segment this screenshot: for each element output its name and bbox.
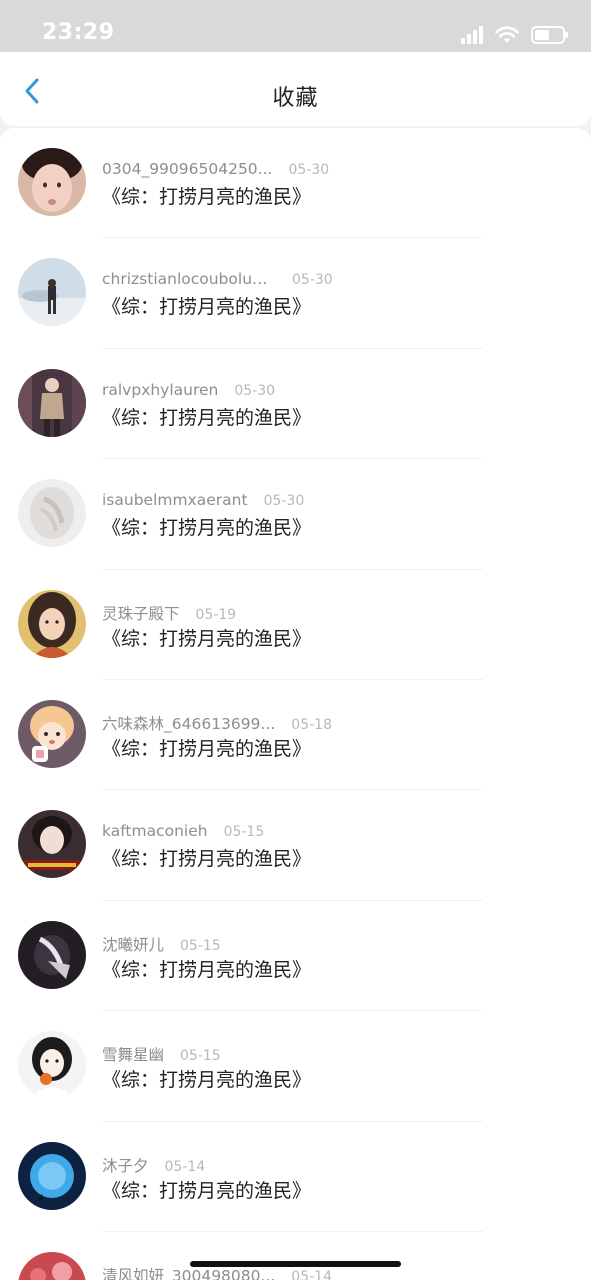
cellular-signal-icon: [461, 26, 483, 44]
date: 05-30: [292, 272, 333, 289]
battery-icon: [531, 26, 568, 44]
status-bar: 23:29: [0, 0, 591, 52]
book-title: 《综：打捞月亮的渔民》: [102, 517, 312, 540]
book-title: 《综：打捞月亮的渔民》: [102, 1069, 312, 1092]
username: 0304_99096504250...: [102, 160, 273, 178]
username: 六味森林_646613699...: [102, 714, 276, 733]
avatar: [18, 479, 86, 548]
username: kaftmaconieh: [102, 822, 208, 841]
username: isaubelmmxaerant: [102, 491, 248, 510]
username: ralvpxhylauren: [102, 380, 219, 399]
avatar: [18, 258, 86, 327]
username: 灵珠子殿下: [102, 604, 180, 623]
status-icons: [461, 24, 568, 46]
date: 05-15: [180, 1048, 221, 1065]
avatar: [18, 1031, 86, 1100]
book-title: 《综：打捞月亮的渔民》: [102, 296, 312, 319]
book-title: 《综：打捞月亮的渔民》: [102, 848, 312, 871]
wifi-icon: [495, 26, 519, 43]
list-item[interactable]: 雪舞星幽 05-15 《综：打捞月亮的渔民》: [0, 1011, 591, 1122]
avatar: [18, 589, 86, 658]
username: 沈曦妍儿: [102, 935, 165, 954]
date: 05-14: [164, 1158, 206, 1175]
list-item[interactable]: isaubelmmxaerant 05-30 《综：打捞月亮的渔民》: [0, 459, 591, 570]
list-item[interactable]: kaftmaconieh 05-15 《综：打捞月亮的渔民》: [0, 790, 591, 901]
date: 05-18: [291, 716, 332, 733]
book-title: 《综：打捞月亮的渔民》: [102, 627, 312, 650]
list-item[interactable]: 灵珠子殿下 05-19 《综：打捞月亮的渔民》: [0, 570, 591, 680]
date: 05-15: [223, 824, 265, 841]
username: 雪舞星幽: [102, 1046, 165, 1065]
avatar: [18, 1141, 86, 1210]
status-time: 23:29: [42, 20, 115, 45]
avatar: [18, 148, 86, 216]
book-title: 《综：打捞月亮的渔民》: [102, 737, 312, 760]
date: 05-19: [195, 606, 237, 623]
home-indicator[interactable]: [190, 1261, 401, 1267]
date: 05-14: [291, 1268, 332, 1280]
username: 沐子夕: [102, 1156, 149, 1175]
book-title: 《综：打捞月亮的渔民》: [102, 186, 312, 208]
list-item[interactable]: 沐子夕 05-14 《综：打捞月亮的渔民》: [0, 1122, 591, 1232]
list-item[interactable]: 0304_99096504250... 05-30 《综：打捞月亮的渔民》: [0, 128, 591, 239]
favorites-list: 0304_99096504250... 05-30 《综：打捞月亮的渔民》 ch…: [0, 128, 591, 1280]
date: 05-15: [180, 937, 221, 954]
book-title: 《综：打捞月亮的渔民》: [102, 406, 312, 429]
page-title: 收藏: [272, 86, 319, 111]
avatar: [18, 810, 86, 879]
list-item[interactable]: chrizstianlocoubolugtin 05-30 《综：打捞月亮的渔民…: [0, 238, 591, 349]
nav-bar: 收藏: [0, 52, 591, 126]
list-item[interactable]: 沈曦妍儿 05-15 《综：打捞月亮的渔民》: [0, 901, 591, 1012]
book-title: 《综：打捞月亮的渔民》: [102, 958, 312, 981]
date: 05-30: [288, 162, 330, 178]
list-item[interactable]: 清风如妍_300498080... 05-14: [0, 1232, 591, 1280]
avatar: [18, 699, 86, 768]
avatar: [18, 920, 86, 989]
avatar: [18, 1251, 86, 1280]
book-title: 《综：打捞月亮的渔民》: [102, 1179, 312, 1202]
date: 05-30: [263, 493, 305, 510]
list-item[interactable]: 六味森林_646613699... 05-18 《综：打捞月亮的渔民》: [0, 680, 591, 791]
avatar: [18, 368, 86, 437]
list-item[interactable]: ralvpxhylauren 05-30 《综：打捞月亮的渔民》: [0, 349, 591, 460]
date: 05-30: [234, 382, 276, 399]
username: chrizstianlocoubolugtin: [102, 270, 276, 289]
